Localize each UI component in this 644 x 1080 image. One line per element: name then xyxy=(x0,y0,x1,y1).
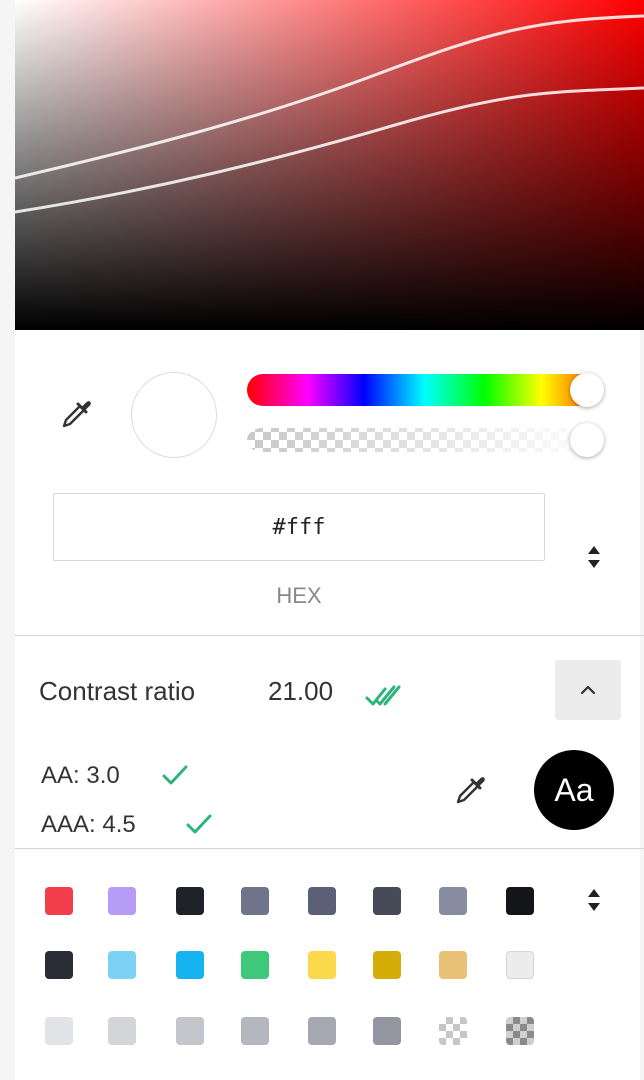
contrast-curve-aa xyxy=(15,14,644,180)
palette-swatch[interactable] xyxy=(108,887,136,915)
up-down-arrows-icon xyxy=(588,546,600,568)
palette-swatch[interactable] xyxy=(439,887,467,915)
chevron-up-icon xyxy=(580,685,596,695)
collapse-contrast-button[interactable] xyxy=(555,660,621,720)
palette-swatch[interactable] xyxy=(308,1017,336,1045)
palette-swatch[interactable] xyxy=(108,1017,136,1045)
palette-swatch[interactable] xyxy=(241,887,269,915)
alpha-slider-thumb[interactable] xyxy=(570,423,604,457)
palette-toggle-button[interactable] xyxy=(577,878,611,922)
double-check-icon xyxy=(365,685,401,706)
palette-swatch[interactable] xyxy=(506,887,534,915)
palette-swatch[interactable] xyxy=(45,887,73,915)
palette-swatch[interactable] xyxy=(308,951,336,979)
background-eyedropper-button[interactable] xyxy=(448,768,492,812)
color-preview-swatch xyxy=(131,372,217,458)
divider xyxy=(15,635,644,636)
palette-swatch[interactable] xyxy=(373,951,401,979)
hex-format-label: HEX xyxy=(276,583,322,608)
palette-swatch[interactable] xyxy=(506,1017,534,1045)
palette-swatch[interactable] xyxy=(45,951,73,979)
palette-swatch[interactable] xyxy=(108,951,136,979)
format-toggle-button[interactable] xyxy=(577,535,611,579)
palette-swatch[interactable] xyxy=(241,1017,269,1045)
right-edge xyxy=(640,330,644,1080)
up-down-arrows-icon xyxy=(588,889,600,911)
eyedropper-button[interactable] xyxy=(54,392,98,436)
eyedropper-icon xyxy=(456,777,485,804)
divider xyxy=(15,848,644,849)
contrast-sample-preview[interactable]: Aa xyxy=(534,750,614,830)
palette-swatch[interactable] xyxy=(176,887,204,915)
left-edge xyxy=(0,0,15,1080)
palette-swatch[interactable] xyxy=(439,951,467,979)
contrast-threshold-lines xyxy=(15,14,644,214)
palette-swatch[interactable] xyxy=(506,951,534,979)
contrast-sample-text: Aa xyxy=(554,771,594,808)
alpha-slider[interactable] xyxy=(247,424,602,456)
eyedropper-icon xyxy=(62,401,91,428)
palette-swatch[interactable] xyxy=(45,1017,73,1045)
check-icon xyxy=(186,814,212,834)
palette-swatch[interactable] xyxy=(241,951,269,979)
palette-swatch[interactable] xyxy=(439,1017,467,1045)
aa-threshold-label: AA: 3.0 xyxy=(41,762,120,789)
contrast-ratio-value: 21.00 xyxy=(268,676,334,706)
check-icon xyxy=(162,765,188,785)
palette-swatch[interactable] xyxy=(373,887,401,915)
aaa-threshold-label: AAA: 4.5 xyxy=(41,811,136,838)
palette-swatch[interactable] xyxy=(373,1017,401,1045)
palette-swatch[interactable] xyxy=(308,887,336,915)
color-picker: HEX Contrast ratio 21.00 AA: 3.0 AAA: 4.… xyxy=(0,0,644,1080)
hue-slider[interactable] xyxy=(247,374,602,406)
hex-input[interactable] xyxy=(53,493,545,561)
saturation-value-area[interactable] xyxy=(15,0,644,330)
palette-swatch[interactable] xyxy=(176,1017,204,1045)
contrast-curve-aaa xyxy=(15,86,644,214)
contrast-ratio-label: Contrast ratio xyxy=(39,676,196,706)
palette-swatch[interactable] xyxy=(176,951,204,979)
hue-slider-thumb[interactable] xyxy=(570,373,604,407)
